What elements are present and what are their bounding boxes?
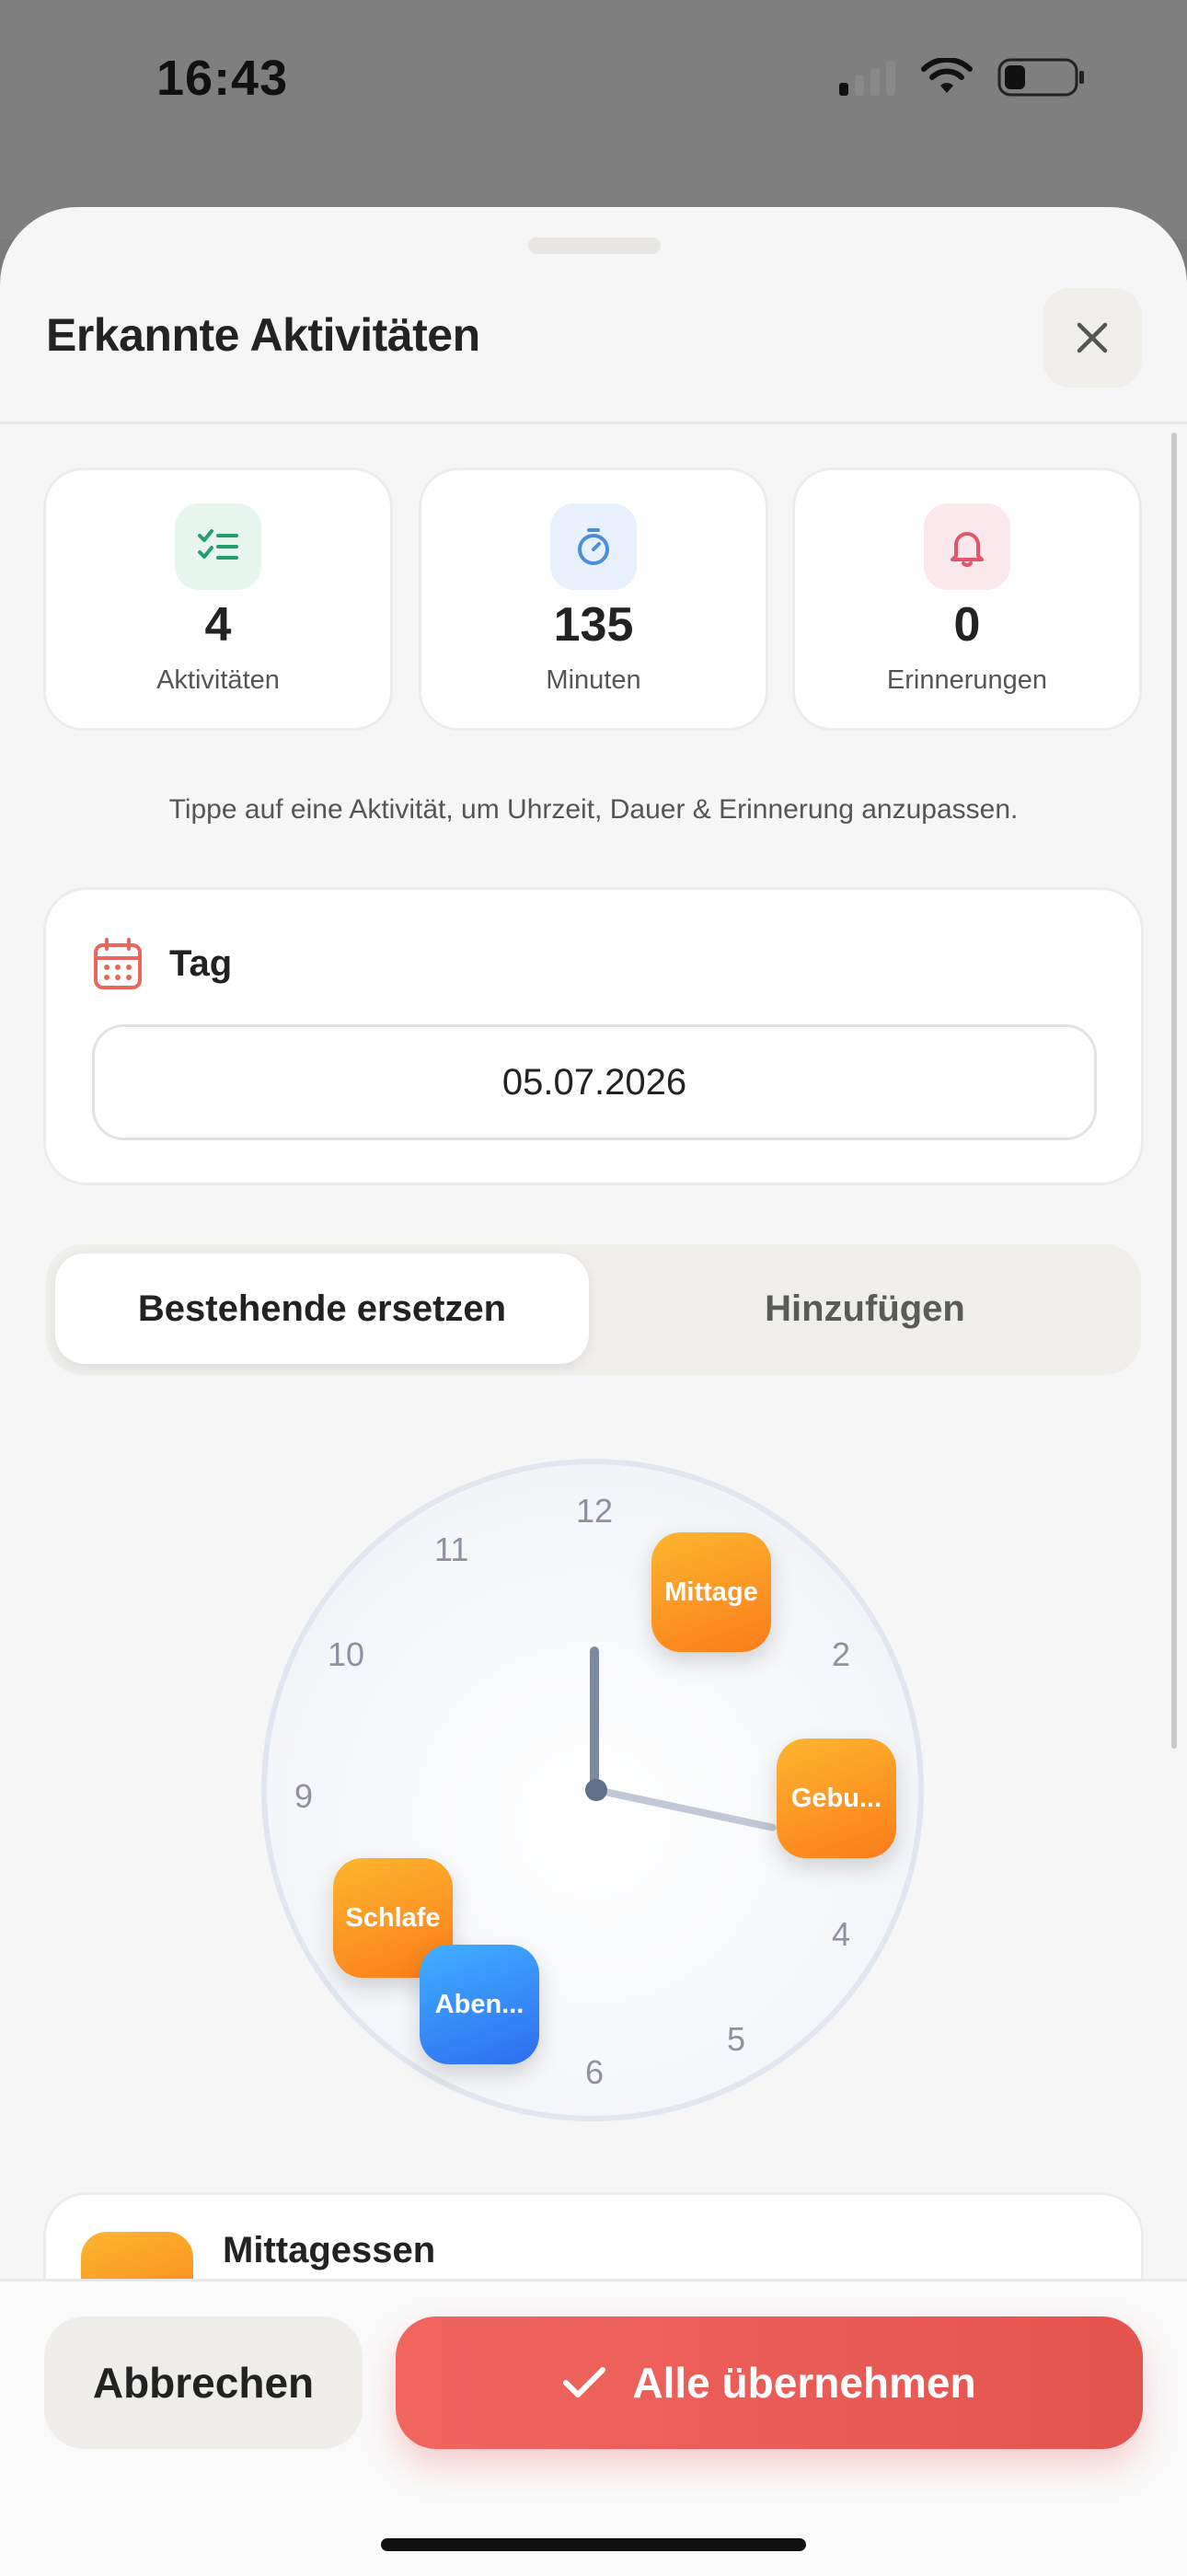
accept-all-label: Alle übernehmen: [632, 2359, 976, 2407]
stat-label: Minuten: [546, 665, 641, 695]
close-icon: [1077, 322, 1108, 353]
home-indicator: [381, 2538, 806, 2551]
bell-icon: [924, 503, 1010, 590]
clock-number: 2: [832, 1635, 851, 1673]
stat-card-reminders: 0 Erinnerungen: [795, 470, 1139, 728]
clock-number: 6: [585, 2053, 605, 2091]
stat-value: 4: [204, 598, 232, 652]
mode-segmented-control: Bestehende ersetzen Hinzufügen: [46, 1244, 1141, 1375]
battery-icon: [997, 58, 1084, 97]
scrollbar[interactable]: [1171, 433, 1177, 1749]
stat-value: 0: [953, 598, 981, 652]
activity-title: Mittagessen: [223, 2230, 436, 2270]
mode-replace-button[interactable]: Bestehende ersetzen: [55, 1253, 589, 1364]
bottom-action-bar: Abbrechen Alle übernehmen: [0, 2279, 1187, 2576]
activity-chip-mittagessen[interactable]: Mittage: [651, 1532, 771, 1652]
activity-chip-geburtstag[interactable]: Gebu...: [777, 1739, 896, 1858]
checklist-icon: [175, 503, 261, 590]
clock-number: 10: [328, 1635, 365, 1673]
minute-hand: [595, 1786, 778, 1832]
sheet-title: Erkannte Aktivitäten: [46, 309, 480, 361]
stopwatch-icon: [550, 503, 637, 590]
header-divider: [0, 422, 1187, 424]
date-field[interactable]: 05.07.2026: [92, 1024, 1097, 1140]
calendar-icon: [94, 938, 142, 989]
stat-label: Erinnerungen: [886, 665, 1048, 695]
day-label: Tag: [169, 943, 233, 984]
hint-text: Tippe auf eine Aktivität, um Uhrzeit, Da…: [168, 794, 1019, 825]
stat-card-activities: 4 Aktivitäten: [46, 470, 390, 728]
mode-add-button[interactable]: Hinzufügen: [598, 1253, 1132, 1364]
cellular-signal-icon: [839, 61, 895, 96]
hour-hand: [590, 1646, 599, 1792]
accept-all-button[interactable]: Alle übernehmen: [396, 2316, 1143, 2449]
dimmed-backdrop[interactable]: [0, 0, 1187, 239]
wifi-icon: [921, 58, 973, 93]
clock-number: 5: [727, 2020, 746, 2058]
clock-number: 11: [434, 1531, 469, 1568]
checkmark-icon: [563, 2367, 606, 2397]
status-time: 16:43: [156, 51, 289, 106]
activity-chip-abendessen[interactable]: Aben...: [420, 1945, 539, 2064]
day-card: Tag 05.07.2026: [46, 890, 1141, 1183]
sheet-grabber[interactable]: [528, 237, 661, 254]
stat-label: Aktivitäten: [156, 665, 280, 695]
stat-value: 135: [553, 598, 634, 652]
clock-number: 12: [576, 1492, 614, 1530]
clock-number: 9: [294, 1777, 314, 1815]
status-icons: [839, 57, 1086, 98]
clock-number: 4: [832, 1915, 851, 1953]
close-button[interactable]: [1043, 288, 1142, 387]
stat-card-minutes: 135 Minuten: [421, 470, 766, 728]
day-clock[interactable]: 12 11 10 9 2 4 5 6 Mittage Gebu... Schla…: [261, 1459, 924, 2121]
cancel-button[interactable]: Abbrechen: [44, 2316, 363, 2449]
clock-center: [585, 1779, 607, 1801]
